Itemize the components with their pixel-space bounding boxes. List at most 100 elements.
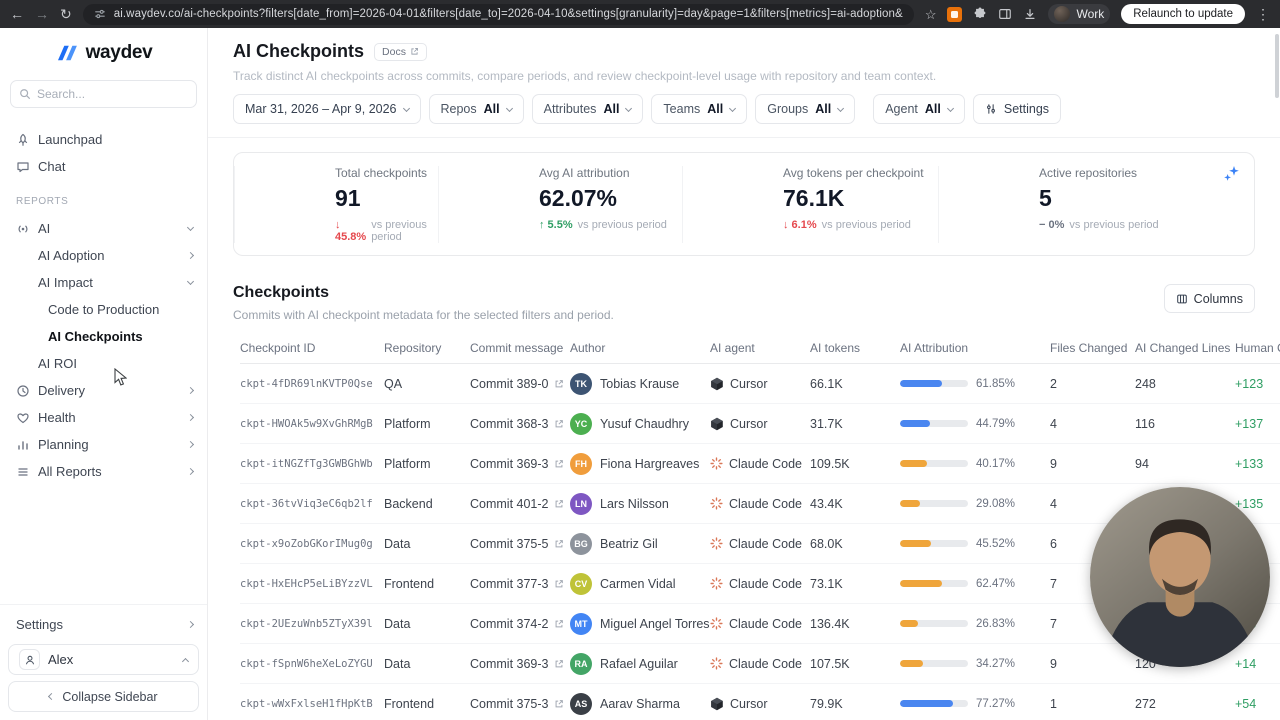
filter-attributes[interactable]: AttributesAll bbox=[532, 94, 644, 124]
columns-label: Columns bbox=[1194, 292, 1243, 306]
address-bar[interactable]: ai.waydev.co/ai-checkpoints?filters[date… bbox=[83, 4, 914, 25]
sidebar-item-label: Settings bbox=[16, 617, 63, 632]
cursor-agent-icon bbox=[710, 377, 724, 391]
filter-settings-button[interactable]: Settings bbox=[973, 94, 1061, 124]
browser-menu-icon[interactable]: ⋮ bbox=[1256, 7, 1270, 21]
column-header-files-changed[interactable]: Files Changed bbox=[1050, 341, 1135, 355]
commit-link[interactable]: Commit 374-2 bbox=[470, 617, 570, 631]
ai-tokens: 31.7K bbox=[810, 417, 900, 431]
commit-link[interactable]: Commit 401-2 bbox=[470, 497, 570, 511]
sidebar-search[interactable] bbox=[10, 80, 197, 108]
column-header-checkpoint-id[interactable]: Checkpoint ID bbox=[240, 341, 384, 355]
sidebar-item-delivery[interactable]: Delivery bbox=[0, 377, 207, 404]
side-panel-icon[interactable] bbox=[998, 7, 1012, 21]
attribution-bar-fill bbox=[900, 500, 920, 507]
column-header-ai-changed-lines[interactable]: AI Changed Lines bbox=[1135, 341, 1235, 355]
waydev-logo-icon bbox=[55, 44, 79, 62]
brand-logo[interactable]: waydev bbox=[0, 28, 207, 74]
column-header-ai-agent[interactable]: AI agent bbox=[710, 341, 810, 355]
date-range-picker[interactable]: Mar 31, 2026 – Apr 9, 2026 bbox=[233, 94, 421, 124]
filter-groups[interactable]: GroupsAll bbox=[755, 94, 855, 124]
trend-down-indicator: ↓ 45.8% bbox=[335, 219, 366, 243]
chevron-right-icon bbox=[187, 387, 194, 394]
repository: Frontend bbox=[384, 577, 470, 591]
human-changed-lines: +54 bbox=[1235, 697, 1280, 711]
extensions-puzzle-icon[interactable] bbox=[973, 7, 987, 21]
brand-name: waydev bbox=[86, 42, 153, 64]
scrollbar-thumb[interactable] bbox=[1275, 34, 1279, 98]
docs-link[interactable]: Docs bbox=[374, 43, 427, 61]
sliders-icon bbox=[985, 103, 997, 115]
sidebar-item-chat[interactable]: Chat bbox=[0, 153, 207, 180]
external-link-icon bbox=[554, 459, 564, 469]
site-controls-icon[interactable] bbox=[94, 8, 106, 20]
checkpoint-id: ckpt-x9oZobGKorIMug0g bbox=[240, 538, 384, 550]
commit-label: Commit 377-3 bbox=[470, 577, 549, 591]
agent-name: Cursor bbox=[730, 377, 768, 391]
commit-link[interactable]: Commit 375-3 bbox=[470, 697, 570, 711]
column-header-ai-attribution[interactable]: AI Attribution bbox=[900, 341, 1050, 355]
table-row[interactable]: ckpt-HWOAk5w9XvGhRMgBPlatformCommit 368-… bbox=[240, 404, 1280, 444]
sidebar-item-ai-roi[interactable]: AI ROI bbox=[0, 350, 207, 377]
external-link-icon bbox=[554, 699, 564, 709]
repository: Data bbox=[384, 617, 470, 631]
commit-link[interactable]: Commit 369-3 bbox=[470, 457, 570, 471]
sidebar-item-code-to-production[interactable]: Code to Production bbox=[0, 296, 207, 323]
column-header-human-changed-lines[interactable]: Human Changed Lines bbox=[1235, 341, 1280, 355]
sidebar-item-ai[interactable]: AI bbox=[0, 215, 207, 242]
column-header-ai-tokens[interactable]: AI tokens bbox=[810, 341, 900, 355]
search-input[interactable] bbox=[37, 87, 188, 101]
ai-agent-cell: Claude Code bbox=[710, 617, 810, 631]
column-header-repository[interactable]: Repository bbox=[384, 341, 470, 355]
author-avatar: YC bbox=[570, 413, 592, 435]
ai-tokens: 107.5K bbox=[810, 657, 900, 671]
sidebar-item-ai-impact[interactable]: AI Impact bbox=[0, 269, 207, 296]
download-icon[interactable] bbox=[1023, 7, 1037, 21]
table-row[interactable]: ckpt-itNGZfTg3GWBGhWbPlatformCommit 369-… bbox=[240, 444, 1280, 484]
sidebar-nav: LaunchpadChatREPORTSAIAI AdoptionAI Impa… bbox=[0, 112, 207, 485]
commit-link[interactable]: Commit 375-5 bbox=[470, 537, 570, 551]
sidebar-item-planning[interactable]: Planning bbox=[0, 431, 207, 458]
table-row[interactable]: ckpt-4fDR69lnKVTP0QseQACommit 389-0TKTob… bbox=[240, 364, 1280, 404]
ai-attribution-cell: 77.27% bbox=[900, 698, 1050, 710]
browser-profile-chip[interactable]: Work bbox=[1048, 4, 1110, 24]
column-header-author[interactable]: Author bbox=[570, 341, 710, 355]
sidebar-item-label: AI Adoption bbox=[38, 248, 105, 263]
filter-agent[interactable]: AgentAll bbox=[873, 94, 965, 124]
forward-icon[interactable]: → bbox=[35, 7, 49, 21]
claude-code-agent-icon bbox=[710, 497, 723, 510]
filter-teams[interactable]: TeamsAll bbox=[651, 94, 747, 124]
back-icon[interactable]: ← bbox=[10, 7, 24, 21]
checkpoint-id: ckpt-2UEzuWnb5ZTyX39l bbox=[240, 618, 384, 630]
stat-change-note: vs previous period bbox=[578, 219, 667, 231]
attribution-bar-fill bbox=[900, 380, 942, 387]
sidebar-item-health[interactable]: Health bbox=[0, 404, 207, 431]
commit-link[interactable]: Commit 368-3 bbox=[470, 417, 570, 431]
table-row[interactable]: ckpt-wWxFxlseH1fHpKtBFrontendCommit 375-… bbox=[240, 684, 1280, 720]
commit-link[interactable]: Commit 377-3 bbox=[470, 577, 570, 591]
author-cell: TKTobias Krause bbox=[570, 373, 710, 395]
sidebar-item-all-reports[interactable]: All Reports bbox=[0, 458, 207, 485]
stat-value: 62.07% bbox=[539, 185, 682, 212]
filter-repos[interactable]: ReposAll bbox=[429, 94, 524, 124]
orange-extension-icon[interactable] bbox=[947, 7, 962, 22]
author-name: Miguel Angel Torres bbox=[600, 617, 710, 631]
collapse-sidebar-button[interactable]: Collapse Sidebar bbox=[8, 681, 199, 712]
sidebar-item-ai-checkpoints[interactable]: AI Checkpoints bbox=[0, 323, 207, 350]
column-header-commit-message[interactable]: Commit message bbox=[470, 341, 570, 355]
attribution-bar bbox=[900, 660, 968, 667]
sidebar-item-ai-adoption[interactable]: AI Adoption bbox=[0, 242, 207, 269]
sidebar-item-settings[interactable]: Settings bbox=[0, 611, 207, 638]
refresh-icon[interactable]: ↻ bbox=[60, 7, 72, 21]
commit-link[interactable]: Commit 389-0 bbox=[470, 377, 570, 391]
relaunch-update-button[interactable]: Relaunch to update bbox=[1121, 4, 1245, 24]
columns-button[interactable]: Columns bbox=[1164, 284, 1255, 313]
date-range-value: Mar 31, 2026 – Apr 9, 2026 bbox=[245, 102, 397, 116]
sidebar-item-launchpad[interactable]: Launchpad bbox=[0, 126, 207, 153]
bookmark-star-icon[interactable]: ☆ bbox=[925, 8, 937, 21]
table-row[interactable]: ckpt-fSpnW6heXeLoZYGUDataCommit 369-3RAR… bbox=[240, 644, 1280, 684]
ai-changed-lines: 248 bbox=[1135, 377, 1235, 391]
user-menu[interactable]: Alex bbox=[8, 644, 199, 675]
author-cell: YCYusuf Chaudhry bbox=[570, 413, 710, 435]
commit-link[interactable]: Commit 369-3 bbox=[470, 657, 570, 671]
